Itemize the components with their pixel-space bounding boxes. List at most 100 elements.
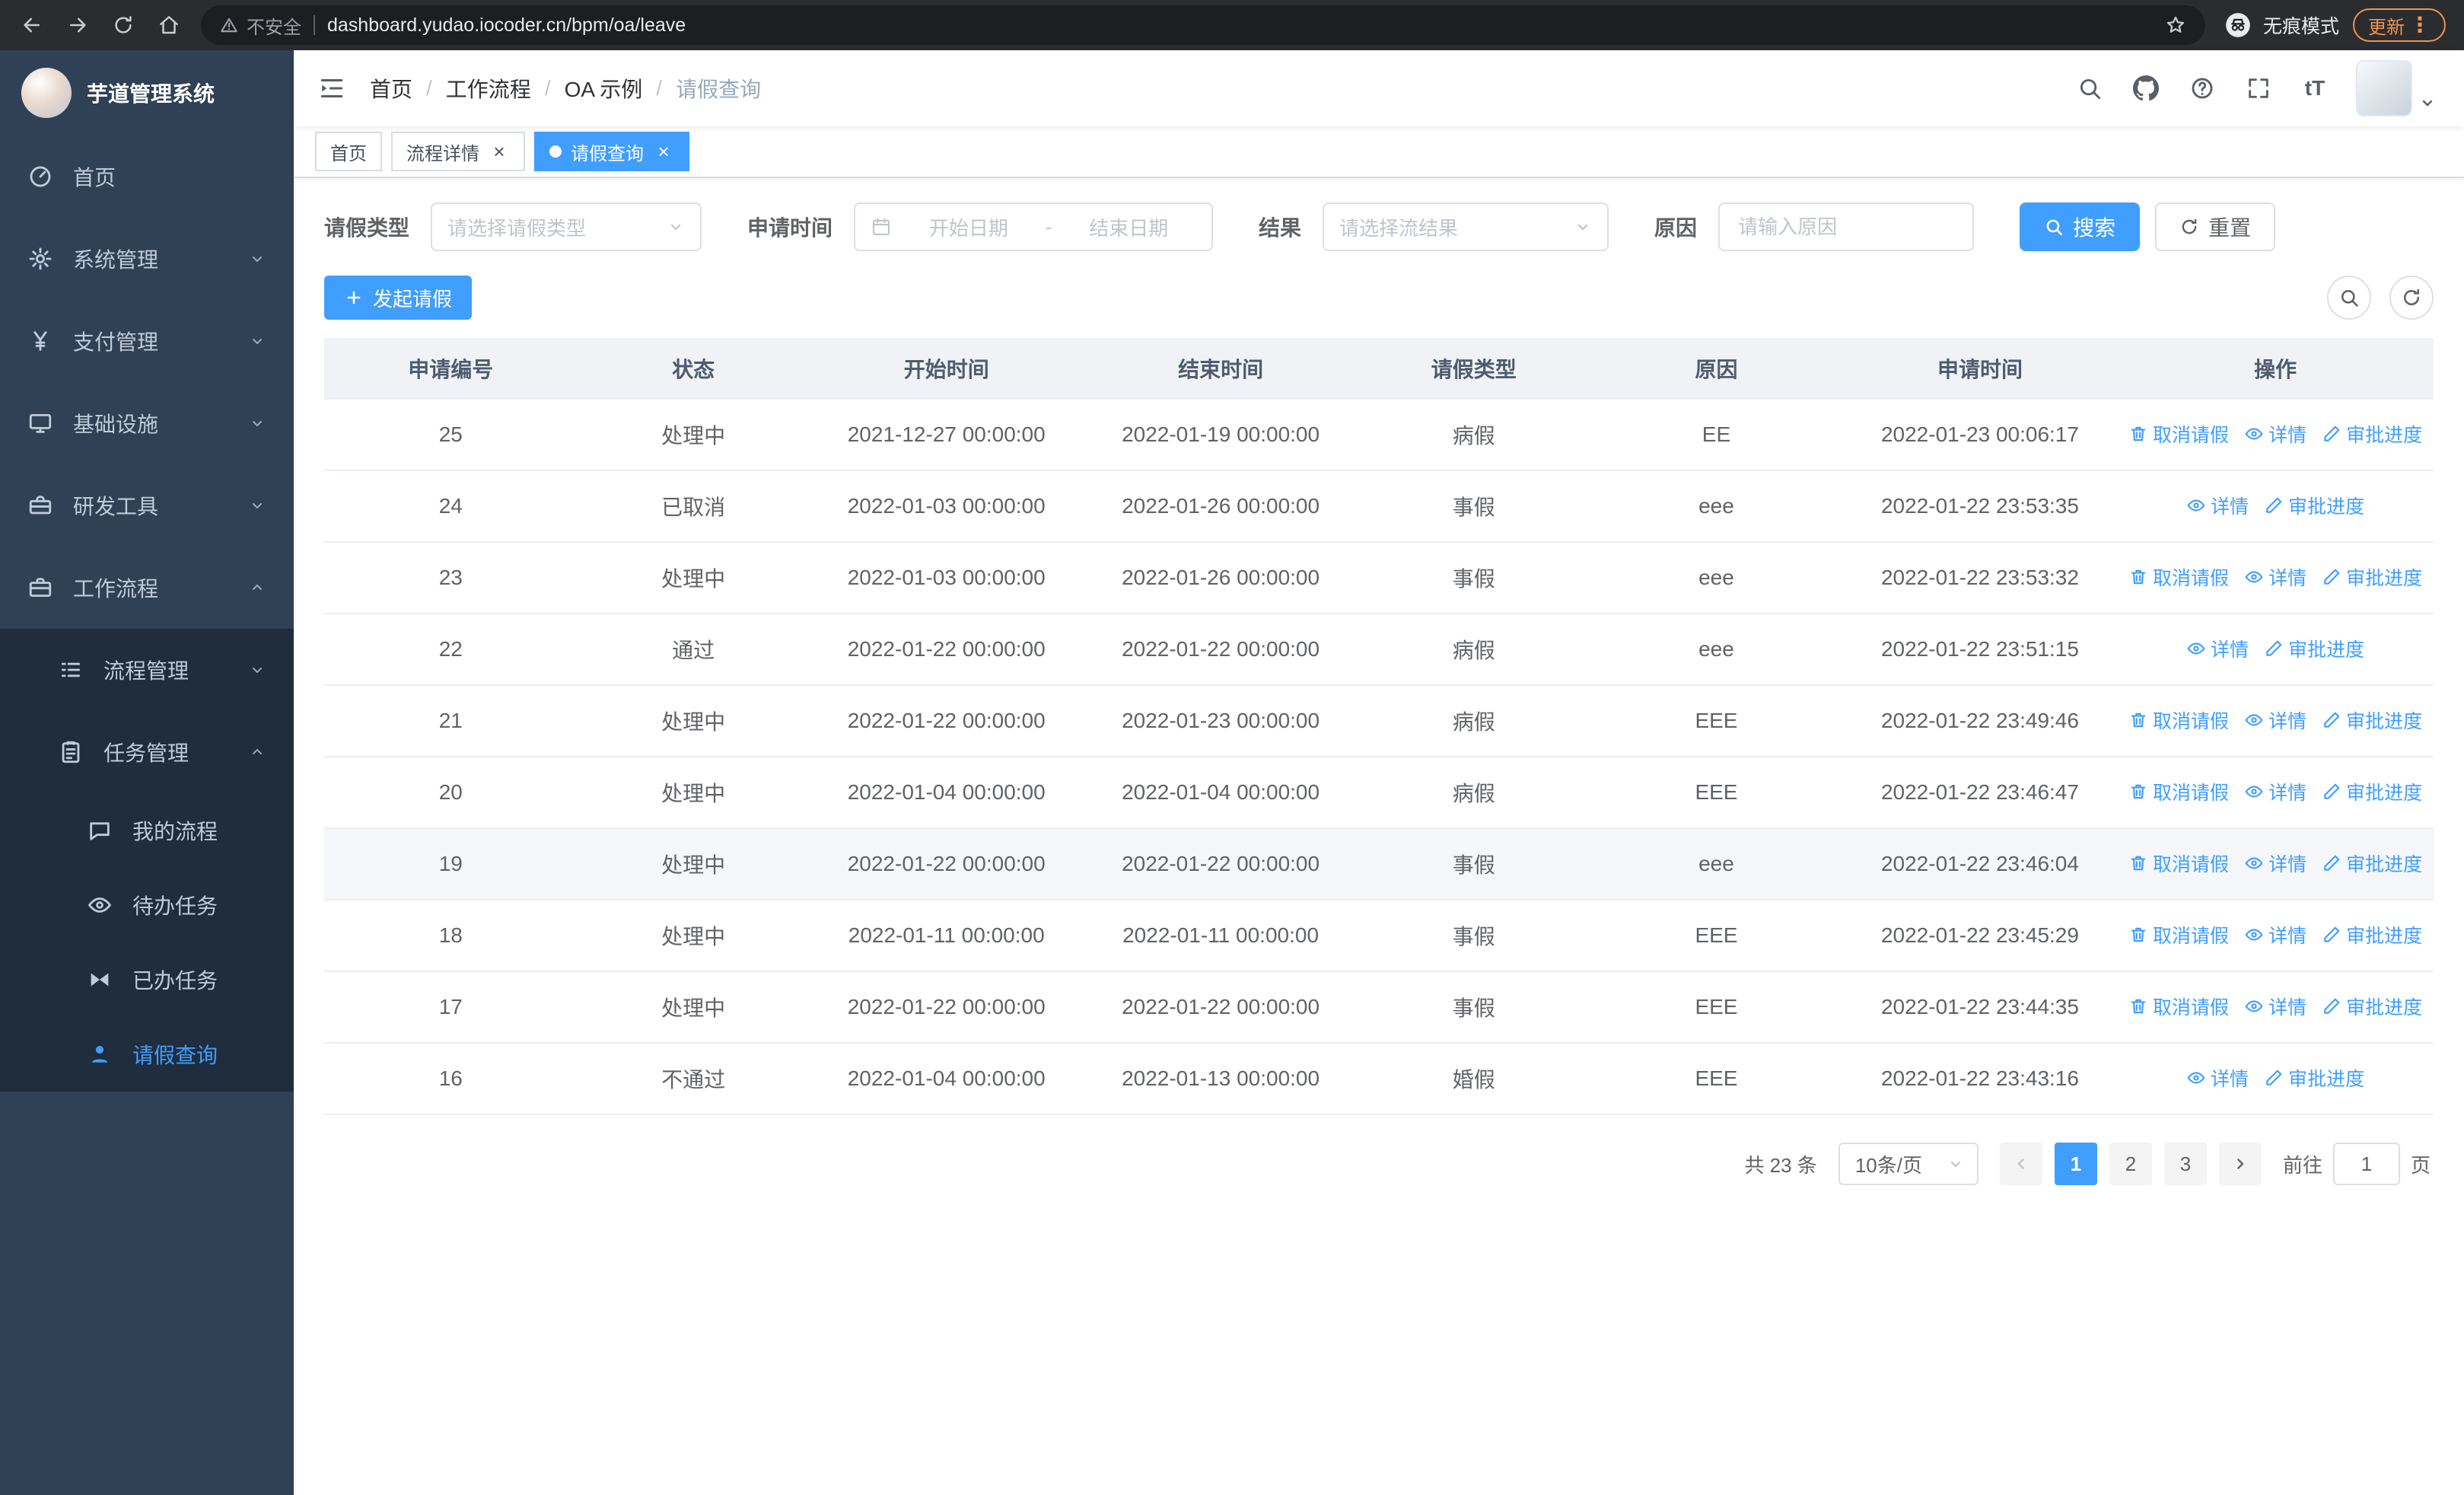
detail-action-link[interactable]: 详情 [2244, 778, 2306, 805]
github-icon[interactable] [2131, 73, 2161, 104]
forward-button[interactable] [58, 5, 97, 45]
page-content: 请假类型 请选择请假类型 申请时间 开始日期 - 结束日期 结果 请选择流结果 [294, 178, 2464, 1495]
cell-start: 2022-01-03 00:00:00 [809, 470, 1084, 543]
cancel-action-link[interactable]: 取消请假 [2128, 993, 2229, 1020]
sidebar-item-devtools[interactable]: 研发工具 [0, 464, 294, 547]
search-button[interactable]: 搜索 [2020, 202, 2141, 251]
tab-label: 流程详情 [406, 143, 479, 164]
fullscreen-icon[interactable] [2243, 73, 2274, 104]
font-size-icon[interactable]: tT [2300, 73, 2330, 104]
sidebar-item-system[interactable]: 系统管理 [0, 218, 294, 300]
next-page-button[interactable] [2218, 1143, 2262, 1185]
plus-icon [347, 291, 361, 304]
detail-action-link[interactable]: 详情 [2244, 921, 2306, 948]
avatar[interactable] [2356, 60, 2412, 116]
page-button-3[interactable]: 3 [2163, 1143, 2207, 1185]
progress-action-link[interactable]: 审批进度 [2322, 778, 2422, 805]
cancel-action-link[interactable]: 取消请假 [2128, 420, 2229, 448]
tab-process-detail[interactable]: 流程详情 × [391, 132, 525, 171]
create-leave-button[interactable]: 发起请假 [324, 276, 473, 320]
address-bar[interactable]: 不安全 dashboard.yudao.iocoder.cn/bpm/oa/le… [201, 5, 2205, 45]
cancel-action-link[interactable]: 取消请假 [2128, 921, 2229, 948]
sidebar-item-task-mgmt[interactable]: 任务管理 [0, 711, 294, 793]
page-button-1[interactable]: 1 [2054, 1143, 2097, 1185]
tab-leave-query[interactable]: 请假查询 × [534, 132, 689, 171]
back-button[interactable] [12, 5, 52, 45]
sidebar-item-workflow[interactable]: 工作流程 [0, 547, 294, 629]
progress-action-link[interactable]: 审批进度 [2322, 420, 2422, 448]
action-label: 审批进度 [2346, 711, 2423, 732]
home-button[interactable] [149, 5, 189, 45]
detail-action-link[interactable]: 详情 [2244, 993, 2306, 1020]
help-question-icon[interactable] [2187, 73, 2217, 104]
sidebar-item-leave-query[interactable]: 请假查询 [0, 1017, 294, 1092]
sidebar-item-process-mgmt[interactable]: 流程管理 [0, 629, 294, 711]
progress-action-link[interactable]: 审批进度 [2264, 492, 2364, 519]
action-label: 详情 [2268, 783, 2307, 804]
table-row: 21 处理中 2022-01-22 00:00:00 2022-01-23 00:00… [324, 685, 2434, 757]
bookmark-star-icon[interactable] [2164, 14, 2187, 37]
security-warning[interactable]: 不安全 [219, 12, 301, 39]
user-menu[interactable] [2356, 60, 2437, 116]
sidebar-item-my-process[interactable]: 我的流程 [0, 793, 294, 868]
detail-action-link[interactable]: 详情 [2244, 420, 2306, 448]
close-icon[interactable]: × [653, 141, 674, 162]
detail-action-link[interactable]: 详情 [2244, 706, 2306, 734]
eye-icon [87, 892, 113, 918]
cancel-action-link[interactable]: 取消请假 [2128, 850, 2229, 877]
update-button[interactable]: 更新 ⋮ [2353, 8, 2446, 42]
progress-action-link[interactable]: 审批进度 [2264, 635, 2364, 662]
goto-page-input[interactable] [2332, 1143, 2400, 1185]
close-icon[interactable]: × [489, 141, 510, 162]
sidebar-item-payment[interactable]: 支付管理 [0, 300, 294, 382]
detail-action-link[interactable]: 详情 [2244, 850, 2306, 877]
progress-action-link[interactable]: 审批进度 [2322, 993, 2422, 1020]
reset-button[interactable]: 重置 [2155, 202, 2276, 251]
progress-action-link[interactable]: 审批进度 [2264, 1064, 2364, 1092]
prev-page-button[interactable] [1999, 1143, 2042, 1185]
cell-end: 2022-01-22 00:00:00 [1083, 971, 1358, 1044]
cancel-action-link[interactable]: 取消请假 [2128, 563, 2229, 591]
detail-action-link[interactable]: 详情 [2186, 492, 2249, 519]
sidebar-item-todo-tasks[interactable]: 待办任务 [0, 868, 294, 942]
chevron-down-icon [248, 250, 266, 268]
breadcrumb-item[interactable]: OA 示例 [565, 73, 643, 104]
sidebar-collapse-button[interactable] [294, 50, 370, 126]
breadcrumb-item[interactable]: 首页 [370, 73, 412, 104]
cell-start: 2021-12-27 00:00:00 [809, 399, 1084, 471]
page-button-2[interactable]: 2 [2109, 1143, 2152, 1185]
sidebar-item-home[interactable]: 首页 [0, 135, 294, 218]
reason-input[interactable] [1718, 202, 1975, 251]
result-select[interactable]: 请选择流结果 [1323, 202, 1609, 251]
breadcrumb-item: 请假查询 [676, 78, 762, 101]
table-row: 16 不通过 2022-01-04 00:00:00 2022-01-13 00:00… [324, 1043, 2434, 1115]
breadcrumb-item[interactable]: 工作流程 [446, 73, 531, 104]
sidebar-item-infra[interactable]: 基础设施 [0, 382, 294, 464]
sidebar-item-done-tasks[interactable]: 已办任务 [0, 942, 294, 1017]
cancel-action-link[interactable]: 取消请假 [2128, 706, 2229, 734]
cancel-action-link[interactable]: 取消请假 [2128, 778, 2229, 805]
end-date-placeholder[interactable]: 结束日期 [1061, 213, 1196, 241]
search-icon[interactable] [2074, 73, 2105, 104]
search-icon [2341, 289, 2358, 307]
detail-action-link[interactable]: 详情 [2244, 563, 2306, 591]
reload-button[interactable] [103, 5, 143, 45]
progress-action-link[interactable]: 审批进度 [2322, 706, 2422, 734]
progress-action-link[interactable]: 审批进度 [2322, 850, 2422, 877]
cell-applied: 2022-01-22 23:46:47 [1842, 757, 2118, 829]
detail-action-link[interactable]: 详情 [2186, 635, 2249, 662]
show-search-button[interactable] [2327, 276, 2371, 320]
leave-type-select[interactable]: 请选择请假类型 [431, 202, 702, 251]
tab-home[interactable]: 首页 [315, 132, 382, 171]
url-text[interactable]: dashboard.yudao.iocoder.cn/bpm/oa/leave [327, 14, 2152, 37]
refresh-table-button[interactable] [2389, 276, 2434, 320]
detail-action-link[interactable]: 详情 [2186, 1064, 2249, 1092]
column-header-end: 结束时间 [1083, 338, 1358, 400]
menu-kebab-icon[interactable]: ⋮ [2409, 14, 2431, 36]
action-label: 取消请假 [2153, 425, 2230, 446]
apply-time-range-picker[interactable]: 开始日期 - 结束日期 [854, 202, 1214, 251]
progress-action-link[interactable]: 审批进度 [2322, 921, 2422, 948]
page-size-select[interactable]: 10条/页 [1838, 1143, 1979, 1185]
progress-action-link[interactable]: 审批进度 [2322, 563, 2422, 591]
start-date-placeholder[interactable]: 开始日期 [901, 213, 1036, 241]
